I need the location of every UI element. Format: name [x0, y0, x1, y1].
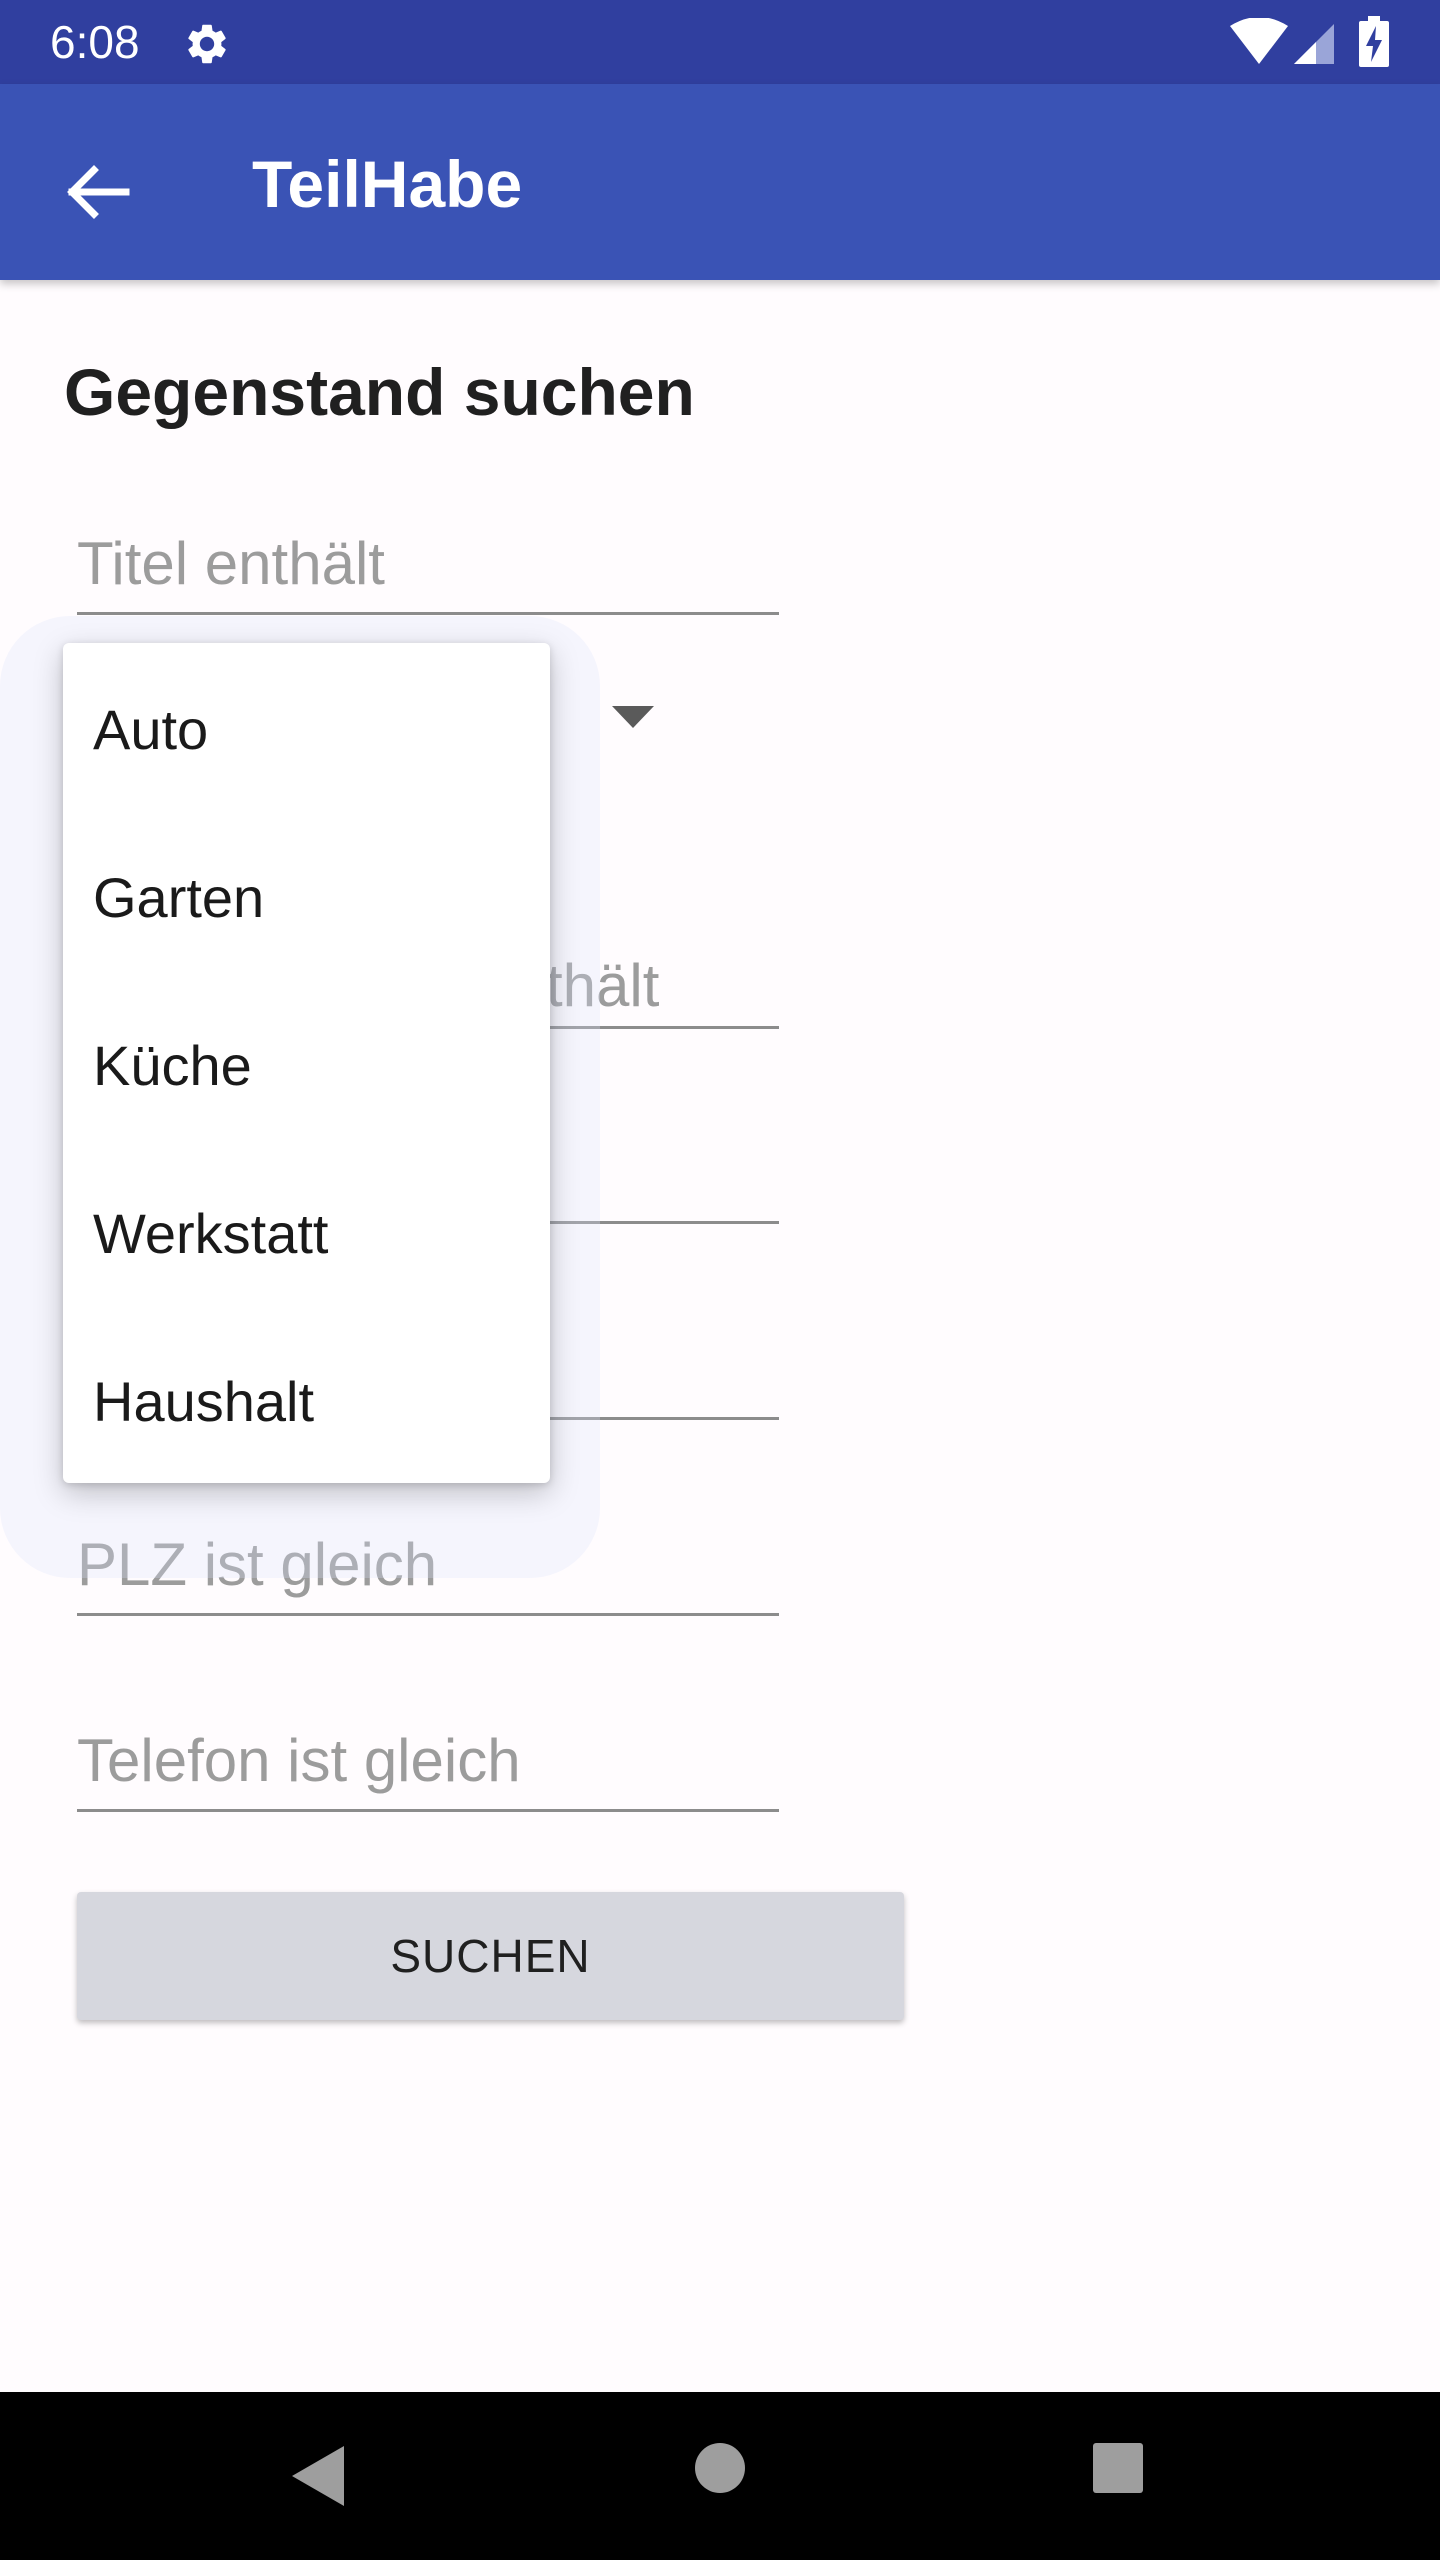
dropdown-item-auto[interactable]: Auto — [63, 645, 550, 813]
nav-home-icon[interactable] — [694, 2442, 746, 2494]
dropdown-item-haushalt[interactable]: Haushalt — [63, 1317, 550, 1485]
dropdown-item-werkstatt[interactable]: Werkstatt — [63, 1149, 550, 1317]
status-bar: 6:08 — [0, 0, 1440, 84]
battery-charging-icon — [1359, 16, 1389, 67]
category-dropdown: Auto Garten Küche Werkstatt Haushalt — [63, 643, 550, 1483]
dropdown-item-garten[interactable]: Garten — [63, 813, 550, 981]
dropdown-item-kueche[interactable]: Küche — [63, 981, 550, 1149]
status-time: 6:08 — [50, 16, 140, 68]
search-button[interactable]: SUCHEN — [77, 1892, 904, 2020]
chevron-down-icon[interactable] — [612, 706, 654, 728]
app-title: TeilHabe — [252, 147, 523, 221]
title-input[interactable] — [77, 529, 779, 598]
wifi-icon — [1230, 18, 1288, 64]
signal-icon — [1294, 24, 1334, 64]
app-bar: TeilHabe — [0, 84, 1440, 280]
page-title: Gegenstand suchen — [64, 355, 695, 429]
phone-field[interactable] — [77, 1712, 779, 1812]
nav-back-icon[interactable] — [290, 2444, 346, 2508]
arrow-back-icon[interactable] — [50, 144, 146, 240]
title-field[interactable] — [77, 515, 779, 615]
nav-recents-icon[interactable] — [1092, 2442, 1144, 2494]
phone-input[interactable] — [77, 1726, 779, 1795]
gear-icon — [188, 24, 226, 64]
navigation-bar — [0, 2392, 1440, 2560]
